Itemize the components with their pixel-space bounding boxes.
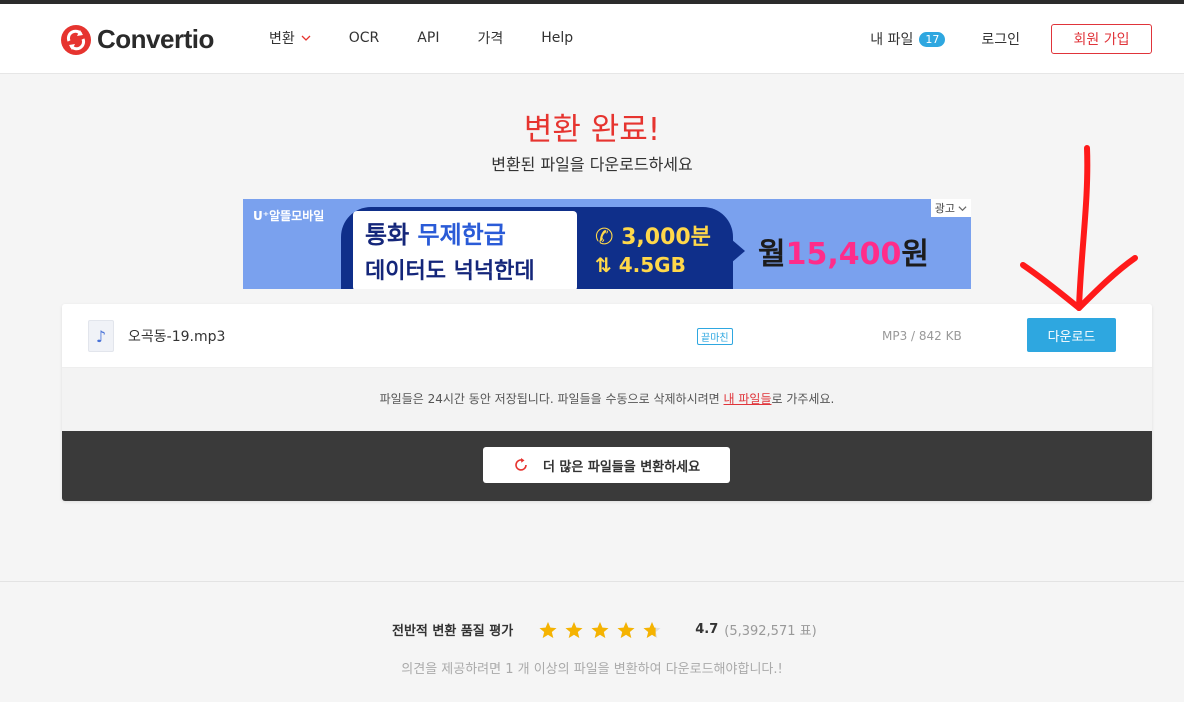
ad-price-prefix: 월 bbox=[758, 237, 786, 272]
refresh-icon bbox=[515, 458, 527, 471]
storage-note-text: 파일들은 24시간 동안 저장됩니다. 파일들을 수동으로 삭제하시려면 bbox=[379, 392, 724, 406]
site-header: Convertio 변환 OCR API 가격 Help 내 파일 17 로그인… bbox=[0, 4, 1184, 74]
star-icon bbox=[617, 621, 635, 638]
nav-pricing[interactable]: 가격 bbox=[477, 28, 503, 48]
ad-choices-tag[interactable]: 광고 bbox=[930, 199, 971, 217]
conversion-card: ♪ 오곡동-19.mp3 끝마친 MP3 / 842 KB 다운로드 파일들은 … bbox=[62, 304, 1152, 501]
storage-note: 파일들은 24시간 동안 저장됩니다. 파일들을 수동으로 삭제하시려면 내 파… bbox=[62, 368, 1152, 431]
download-button[interactable]: 다운로드 bbox=[1027, 318, 1116, 352]
star-icon bbox=[591, 621, 609, 638]
my-files-link[interactable]: 내 파일 17 bbox=[870, 29, 946, 49]
ad-data-value: 4.5GB bbox=[618, 253, 686, 277]
login-link[interactable]: 로그인 bbox=[981, 29, 1020, 49]
nav-convert[interactable]: 변환 bbox=[269, 28, 311, 48]
nav-ocr[interactable]: OCR bbox=[349, 30, 380, 46]
storage-note-suffix: 로 가주세요. bbox=[771, 392, 835, 406]
file-meta: MP3 / 842 KB bbox=[882, 329, 962, 343]
ad-banner[interactable]: U⁺알뜰모바일 통화 무제한급 데이터도 넉넉한데 ✆ 3,000분 ⇅ 4.5… bbox=[243, 199, 971, 289]
page-title: 변환 완료! bbox=[523, 112, 661, 148]
convert-more-label: 더 많은 파일들을 변환하세요 bbox=[542, 459, 701, 475]
ad-price-value: 15,400 bbox=[785, 237, 902, 272]
chevron-down-icon bbox=[301, 35, 311, 41]
star-icon bbox=[539, 621, 557, 638]
rating-votes: (5,392,571 표) bbox=[724, 624, 817, 639]
rating-score: 4.7 bbox=[695, 622, 719, 637]
rating-label: 전반적 변환 품질 평가 bbox=[392, 624, 514, 639]
rating-stars bbox=[539, 621, 669, 639]
rating-section: 전반적 변환 품질 평가 4.7 (5,392,571 표) bbox=[392, 620, 817, 639]
music-file-icon: ♪ bbox=[88, 320, 114, 352]
ad-minutes-value: 3,000분 bbox=[621, 225, 711, 250]
ad-data: ⇅ 4.5GB bbox=[595, 253, 686, 277]
my-files-count-badge: 17 bbox=[919, 31, 946, 47]
logo[interactable]: Convertio bbox=[61, 24, 214, 55]
header-actions: 내 파일 17 로그인 회원 가입 bbox=[870, 24, 1152, 54]
logo-text: Convertio bbox=[97, 24, 214, 54]
ad-headline-highlight: 무제한급 bbox=[417, 221, 506, 249]
phone-icon: ✆ bbox=[595, 225, 622, 250]
nav-help[interactable]: Help bbox=[541, 30, 573, 46]
main-nav: 변환 OCR API 가격 Help bbox=[269, 28, 611, 48]
my-files-inline-link[interactable]: 내 파일들 bbox=[724, 392, 772, 406]
ad-headline: 통화 무제한급 bbox=[365, 215, 506, 250]
ad-arrow bbox=[731, 239, 745, 263]
my-files-label: 내 파일 bbox=[870, 32, 914, 48]
more-files-bar: 더 많은 파일들을 변환하세요 bbox=[62, 431, 1152, 501]
nav-convert-label: 변환 bbox=[269, 31, 295, 47]
chevron-down-icon bbox=[958, 205, 967, 211]
ad-subline: 데이터도 넉넉한데 bbox=[365, 259, 535, 284]
ad-brand: U⁺알뜰모바일 bbox=[253, 209, 325, 223]
signup-button[interactable]: 회원 가입 bbox=[1051, 24, 1152, 54]
page-subtitle: 변환된 파일을 다운로드하세요 bbox=[491, 155, 693, 174]
footer-divider bbox=[0, 581, 1184, 582]
convert-more-button[interactable]: 더 많은 파일들을 변환하세요 bbox=[483, 447, 730, 483]
data-transfer-icon: ⇅ bbox=[595, 253, 619, 277]
ad-headline-prefix: 통화 bbox=[365, 221, 418, 249]
feedback-note: 의견을 제공하려면 1 개 이상의 파일을 변환하여 다운로드해야합니다.! bbox=[401, 662, 783, 677]
ad-price-suffix: 원 bbox=[901, 237, 929, 272]
ad-price: 월15,400원 bbox=[758, 229, 929, 273]
nav-api[interactable]: API bbox=[417, 30, 439, 46]
star-icon bbox=[565, 621, 583, 638]
file-name: 오곡동-19.mp3 bbox=[128, 329, 226, 345]
status-badge: 끝마친 bbox=[697, 328, 733, 345]
convertio-logo-icon bbox=[61, 24, 91, 55]
ad-tag-label: 광고 bbox=[934, 202, 955, 215]
star-icon bbox=[643, 621, 661, 638]
ad-minutes: ✆ 3,000분 bbox=[595, 219, 711, 251]
file-row: ♪ 오곡동-19.mp3 끝마친 MP3 / 842 KB 다운로드 bbox=[62, 304, 1152, 368]
